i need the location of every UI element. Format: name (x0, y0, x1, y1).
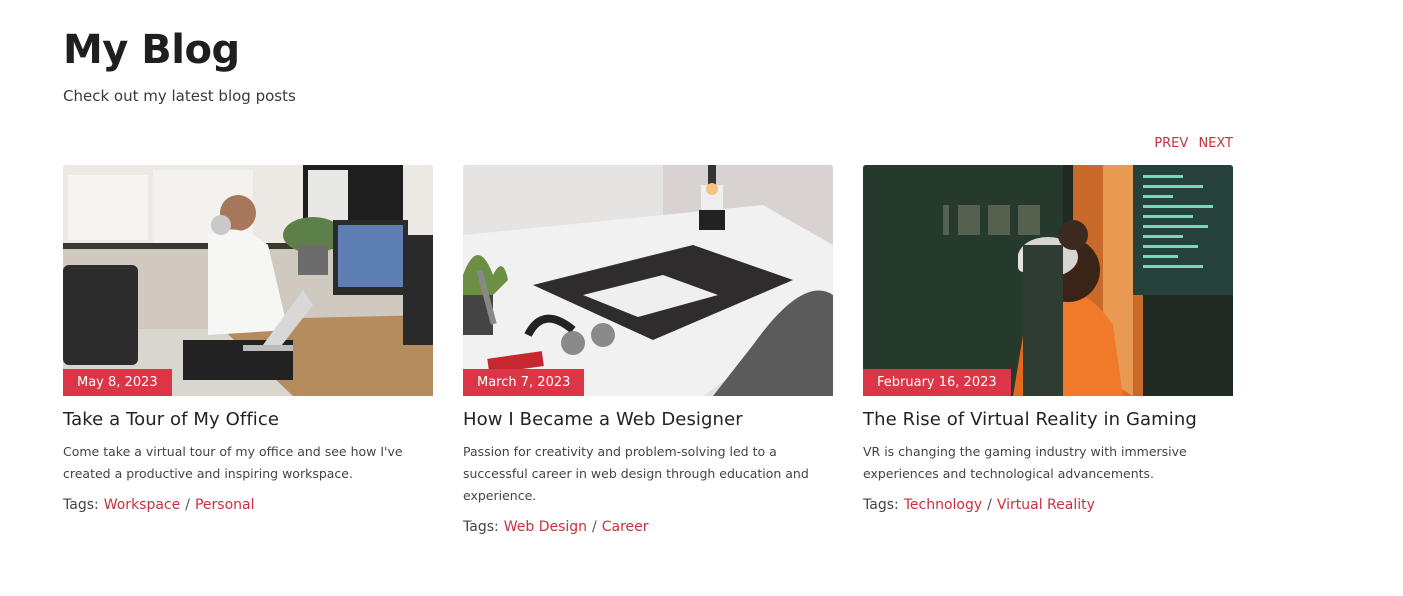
tags-label: Tags: (863, 497, 899, 513)
post-title[interactable]: Take a Tour of My Office (63, 408, 433, 432)
tag-separator: / (185, 497, 190, 513)
blog-post-card[interactable]: March 7, 2023 How I Became a Web Designe… (463, 165, 833, 537)
post-date-badge: May 8, 2023 (63, 369, 172, 396)
post-date-badge: February 16, 2023 (863, 369, 1011, 396)
tag-link[interactable]: Personal (195, 497, 255, 513)
blog-header: My Blog Check out my latest blog posts (63, 22, 296, 106)
post-description: VR is changing the gaming industry with … (863, 444, 1187, 481)
post-thumbnail[interactable]: May 8, 2023 (63, 165, 433, 396)
office-photo (63, 165, 433, 396)
post-title[interactable]: How I Became a Web Designer (463, 408, 833, 432)
tag-link[interactable]: Virtual Reality (997, 497, 1095, 513)
post-description: Come take a virtual tour of my office an… (63, 444, 403, 481)
tag-link[interactable]: Career (602, 519, 649, 535)
tag-separator: / (987, 497, 992, 513)
post-tags: Tags: Technology / Virtual Reality (863, 495, 1233, 515)
tag-link[interactable]: Workspace (104, 497, 181, 513)
carousel-pager: PREV NEXT (1100, 135, 1233, 153)
blog-post-list: May 8, 2023 Take a Tour of My Office Com… (63, 165, 1233, 537)
blog-post-card[interactable]: February 16, 2023 The Rise of Virtual Re… (863, 165, 1233, 537)
prev-button[interactable]: PREV (1154, 136, 1188, 151)
post-tags: Tags: Web Design / Career (463, 517, 833, 537)
blog-post-card[interactable]: May 8, 2023 Take a Tour of My Office Com… (63, 165, 433, 537)
post-tags: Tags: Workspace / Personal (63, 495, 433, 515)
page-subtitle: Check out my latest blog posts (63, 87, 296, 105)
page-title: My Blog (63, 27, 240, 73)
post-title[interactable]: The Rise of Virtual Reality in Gaming (863, 408, 1233, 432)
tags-label: Tags: (463, 519, 499, 535)
post-thumbnail[interactable]: February 16, 2023 (863, 165, 1233, 396)
post-description: Passion for creativity and problem-solvi… (463, 444, 809, 503)
tag-link[interactable]: Technology (904, 497, 982, 513)
desk-laptop-photo (463, 165, 833, 396)
tag-separator: / (592, 519, 597, 535)
next-button[interactable]: NEXT (1198, 136, 1233, 151)
tag-link[interactable]: Web Design (504, 519, 587, 535)
blog-page: My Blog Check out my latest blog posts P… (0, 0, 1403, 596)
vr-headset-photo (863, 165, 1233, 396)
post-date-badge: March 7, 2023 (463, 369, 585, 396)
tags-label: Tags: (63, 497, 99, 513)
post-thumbnail[interactable]: March 7, 2023 (463, 165, 833, 396)
